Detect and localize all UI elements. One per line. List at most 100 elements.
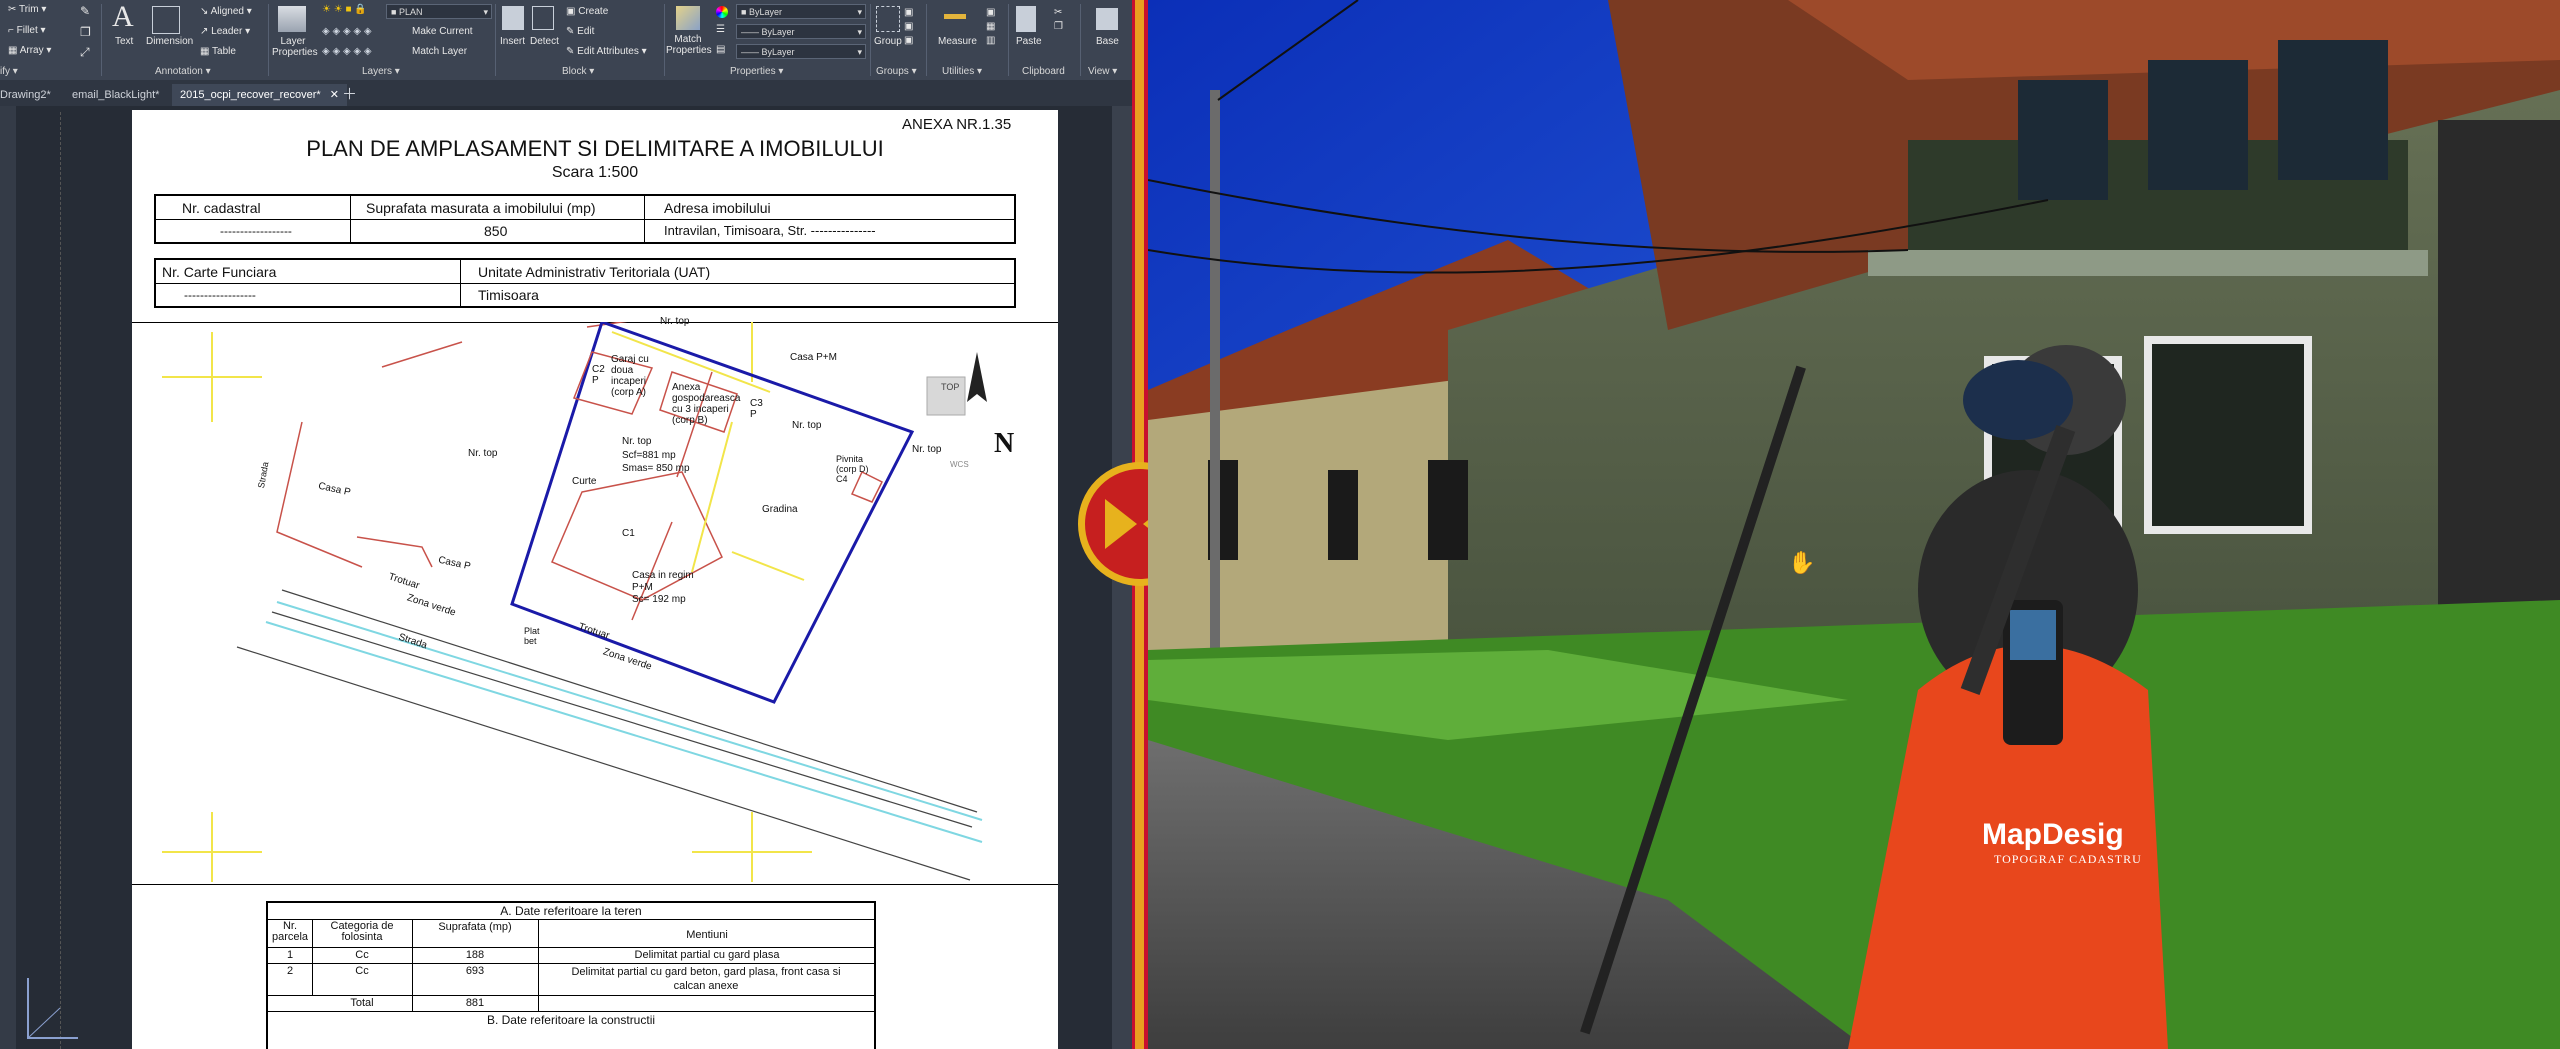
- layer-tool-icons[interactable]: ◈ ◈ ◈ ◈ ◈: [322, 26, 372, 37]
- layer-properties-icon[interactable]: [278, 6, 306, 32]
- land-data-table: A. Date referitoare la teren Nr. parcela…: [266, 901, 876, 1049]
- group-tools-icons[interactable]: ▣ ▣ ▣: [904, 6, 913, 48]
- table-cell: Delimitat partial cu gard plasa: [634, 949, 780, 961]
- table-button[interactable]: ▦ Table: [200, 46, 236, 57]
- cadastral-table: Nr. cadastral Suprafata masurata a imobi…: [154, 194, 1016, 244]
- make-current-button[interactable]: Make Current: [412, 26, 473, 37]
- ucs-icon: [27, 978, 78, 1039]
- linetype-dropdown[interactable]: —— ByLayer ▾: [736, 24, 866, 39]
- utility-tools-icons[interactable]: ▣ ▦ ▥: [986, 6, 995, 48]
- paste-icon[interactable]: [1016, 6, 1036, 32]
- total-label: Total: [350, 997, 374, 1009]
- paste-button[interactable]: Paste: [1016, 36, 1042, 47]
- copy-icon[interactable]: ❐: [80, 25, 91, 39]
- match-properties-button[interactable]: Match Properties: [666, 34, 712, 56]
- column-header: Nr. parcela: [271, 920, 309, 943]
- detect-icon[interactable]: [532, 6, 554, 30]
- layer-tool-icons-2[interactable]: ◈ ◈ ◈ ◈ ◈: [322, 46, 372, 57]
- match-layer-button[interactable]: Match Layer: [412, 46, 467, 57]
- insert-icon[interactable]: [502, 6, 524, 30]
- aligned-button[interactable]: ↘ Aligned ▾: [200, 6, 252, 17]
- annotation-panel-label[interactable]: Annotation ▾: [155, 66, 211, 77]
- layer-dropdown[interactable]: ■ PLAN ▾: [386, 4, 492, 19]
- modify-panel-label[interactable]: ify ▾: [0, 66, 18, 77]
- document-tab-bar: Drawing2* email_BlackLight* 2015_ocpi_re…: [0, 80, 1132, 107]
- north-compass: [967, 352, 987, 402]
- plan-label: C2 P: [592, 364, 605, 386]
- color-wheel-icon[interactable]: [716, 6, 728, 18]
- pencil-icon[interactable]: ✎: [80, 4, 90, 18]
- address-header: Adresa imobilului: [664, 200, 771, 216]
- buildings-section-title: B. Date referitoare la constructii: [486, 1013, 656, 1027]
- create-block-button[interactable]: ▣ Create: [566, 6, 608, 17]
- address-value: Intravilan, Timisoara, Str. ------------…: [664, 223, 876, 238]
- uat-header: Unitate Administrativ Teritoriala (UAT): [478, 264, 711, 280]
- left-tool-palette: [0, 106, 16, 1049]
- lineweight-dropdown[interactable]: —— ByLayer ▾: [736, 44, 866, 59]
- plan-label: Plat bet: [524, 626, 540, 646]
- close-tab-icon[interactable]: ✕: [330, 89, 339, 101]
- fillet-button[interactable]: ⌐ Fillet ▾: [8, 25, 46, 36]
- edit-attributes-button[interactable]: ✎ Edit Attributes ▾: [566, 46, 647, 57]
- wcs-label[interactable]: WCS: [950, 460, 969, 469]
- shirt-tagline-text: TOPOGRAF CADASTRU: [1994, 852, 2142, 866]
- plan-label: Garaj cu doua incaperi (corp A): [611, 354, 649, 398]
- group-button[interactable]: Group: [874, 36, 902, 47]
- edit-block-button[interactable]: ✎ Edit: [566, 26, 594, 37]
- clipboard-panel-label[interactable]: Clipboard: [1022, 66, 1065, 77]
- properties-panel-label[interactable]: Properties ▾: [730, 66, 783, 77]
- plan-label: Sc= 192 mp: [632, 594, 686, 605]
- layer-state-icons[interactable]: ☀ ☀ ■ 🔒: [322, 4, 367, 15]
- plan-label: Scf=881 mp: [622, 450, 676, 461]
- tab-drawing2[interactable]: Drawing2*: [0, 84, 51, 106]
- array-button[interactable]: ▦ Array ▾: [8, 45, 51, 56]
- tab-ocpi-recover[interactable]: 2015_ocpi_recover_recover* ✕: [172, 84, 347, 106]
- match-properties-icon[interactable]: [676, 6, 700, 30]
- view-panel-label[interactable]: View ▾: [1088, 66, 1117, 77]
- layers-panel-label[interactable]: Layers ▾: [362, 66, 400, 77]
- plan-label: Casa in regim: [632, 570, 694, 581]
- dimension-icon[interactable]: [152, 6, 180, 34]
- leader-button[interactable]: ↗ Leader ▾: [200, 26, 250, 37]
- groups-panel-label[interactable]: Groups ▾: [876, 66, 917, 77]
- clipboard-tools-icons[interactable]: ✂ ❐: [1054, 6, 1063, 34]
- plan-label: Nr. top: [622, 436, 652, 447]
- group-icon[interactable]: [876, 6, 900, 32]
- color-dropdown[interactable]: ■ ByLayer ▾: [736, 4, 866, 19]
- uat-value: Timisoara: [478, 287, 539, 303]
- insert-button[interactable]: Insert: [500, 36, 525, 47]
- block-panel-label[interactable]: Block ▾: [562, 66, 594, 77]
- scale-icon[interactable]: ⤢: [80, 45, 90, 60]
- text-button[interactable]: Text: [115, 36, 133, 47]
- tab-email-blacklight[interactable]: email_BlackLight*: [72, 84, 159, 106]
- separator: [1080, 4, 1081, 76]
- linetype-icon[interactable]: ☰: [716, 24, 725, 35]
- viewcube-label[interactable]: TOP: [941, 382, 959, 392]
- base-view-icon[interactable]: [1096, 8, 1118, 30]
- separator: [1008, 4, 1009, 76]
- hand-cursor-icon: ✋: [1788, 550, 1816, 575]
- measure-button[interactable]: Measure: [938, 36, 977, 47]
- area-value: 850: [484, 223, 508, 239]
- ribbon-toolbar: ✂ Trim ▾ ⌐ Fillet ▾ ▦ Array ▾ ✎ ❐ ⤢ ify …: [0, 0, 1132, 80]
- lineweight-icon[interactable]: ▤: [716, 44, 725, 55]
- cadastral-value: ------------------: [220, 224, 292, 238]
- separator: [870, 4, 871, 76]
- new-tab-button[interactable]: ＋: [342, 84, 357, 106]
- table-cell: 188: [465, 949, 485, 961]
- sidewalk-lines: [265, 601, 983, 843]
- measure-icon[interactable]: [944, 14, 966, 19]
- plan-label: P+M: [632, 582, 653, 593]
- table-cell: 1: [286, 949, 294, 961]
- plan-label: Casa P+M: [790, 352, 837, 363]
- detect-button[interactable]: Detect: [530, 36, 559, 47]
- layer-properties-button[interactable]: Layer Properties: [272, 36, 318, 58]
- plan-label: Nr. top: [912, 444, 942, 455]
- plan-label: C3 P: [750, 398, 763, 420]
- site-plan-drawing: [162, 322, 987, 882]
- utilities-panel-label[interactable]: Utilities ▾: [942, 66, 982, 77]
- trim-button[interactable]: ✂ Trim ▾: [8, 4, 46, 15]
- dimension-button[interactable]: Dimension: [146, 36, 193, 47]
- text-icon[interactable]: A: [112, 0, 134, 34]
- base-button[interactable]: Base: [1096, 36, 1119, 47]
